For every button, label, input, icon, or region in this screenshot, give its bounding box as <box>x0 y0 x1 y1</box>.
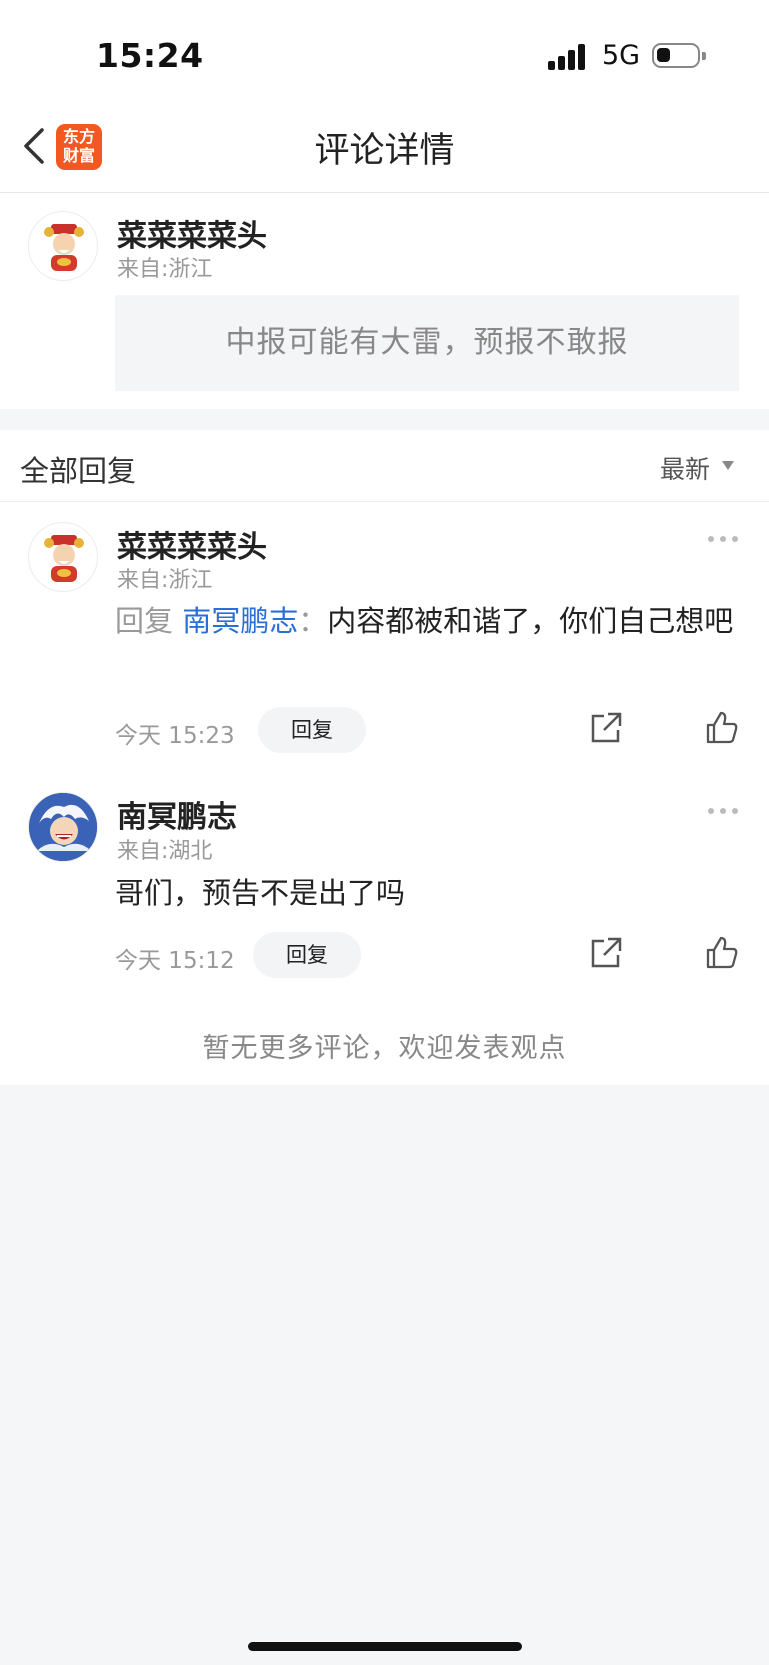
reply-button[interactable]: 回复 <box>258 707 366 753</box>
battery-icon <box>652 43 706 68</box>
no-more-comments-note: 暂无更多评论，欢迎发表观点 <box>202 1033 567 1064</box>
reply-timestamp: 今天 15:12 <box>115 948 235 974</box>
author-name[interactable]: 菜菜菜菜头 <box>117 211 267 255</box>
more-icon[interactable] <box>708 808 740 816</box>
reply-to-user-link[interactable]: 南冥鹏志 <box>182 604 298 638</box>
network-label: 5G <box>602 40 641 71</box>
status-time: 15:24 <box>96 36 204 75</box>
original-comment-text[interactable]: 中报可能有大雷，预报不敢报 <box>115 295 739 391</box>
like-icon[interactable] <box>704 710 740 746</box>
nav-bar: 东方 财富 评论详情 <box>0 100 769 193</box>
sort-dropdown[interactable]: 最新 <box>660 450 710 486</box>
author-location: 来自:浙江 <box>117 257 213 282</box>
reply-button[interactable]: 回复 <box>253 932 361 978</box>
replies-header: 全部回复 最新 <box>0 430 769 502</box>
reply-text: 内容都被和谐了，你们自己想吧 <box>327 604 734 638</box>
replies-title: 全部回复 <box>20 454 137 488</box>
reply-content[interactable]: 哥们，预告不是出了吗 <box>115 870 735 917</box>
chevron-down-icon[interactable] <box>722 461 734 470</box>
avatar[interactable] <box>28 522 98 592</box>
reply-location: 来自:浙江 <box>117 568 213 593</box>
like-icon[interactable] <box>704 935 740 971</box>
home-indicator[interactable] <box>248 1642 522 1651</box>
reply-location: 来自:湖北 <box>117 839 213 864</box>
reply-timestamp: 今天 15:23 <box>115 723 235 749</box>
avatar[interactable] <box>28 792 98 862</box>
reply-prefix: 回复 <box>115 604 174 638</box>
original-comment: 菜菜菜菜头 来自:浙江 中报可能有大雷，预报不敢报 <box>0 193 769 409</box>
share-icon[interactable] <box>588 935 624 971</box>
reply-separator: ： <box>298 604 328 638</box>
reply-content[interactable]: 回复 南冥鹏志：内容都被和谐了，你们自己想吧 <box>115 598 735 645</box>
avatar[interactable] <box>28 211 98 281</box>
reply-author[interactable]: 南冥鹏志 <box>117 792 237 836</box>
status-bar: 15:24 5G <box>0 0 769 100</box>
share-icon[interactable] <box>588 710 624 746</box>
replies-section: 全部回复 最新 菜菜菜菜头 来自:浙江 回复 南冥鹏志：内容都被和谐了，你们自己… <box>0 430 769 1085</box>
more-icon[interactable] <box>708 536 740 544</box>
signal-icon <box>548 44 588 70</box>
page-title: 评论详情 <box>314 131 455 171</box>
reply-author[interactable]: 菜菜菜菜头 <box>117 522 267 566</box>
